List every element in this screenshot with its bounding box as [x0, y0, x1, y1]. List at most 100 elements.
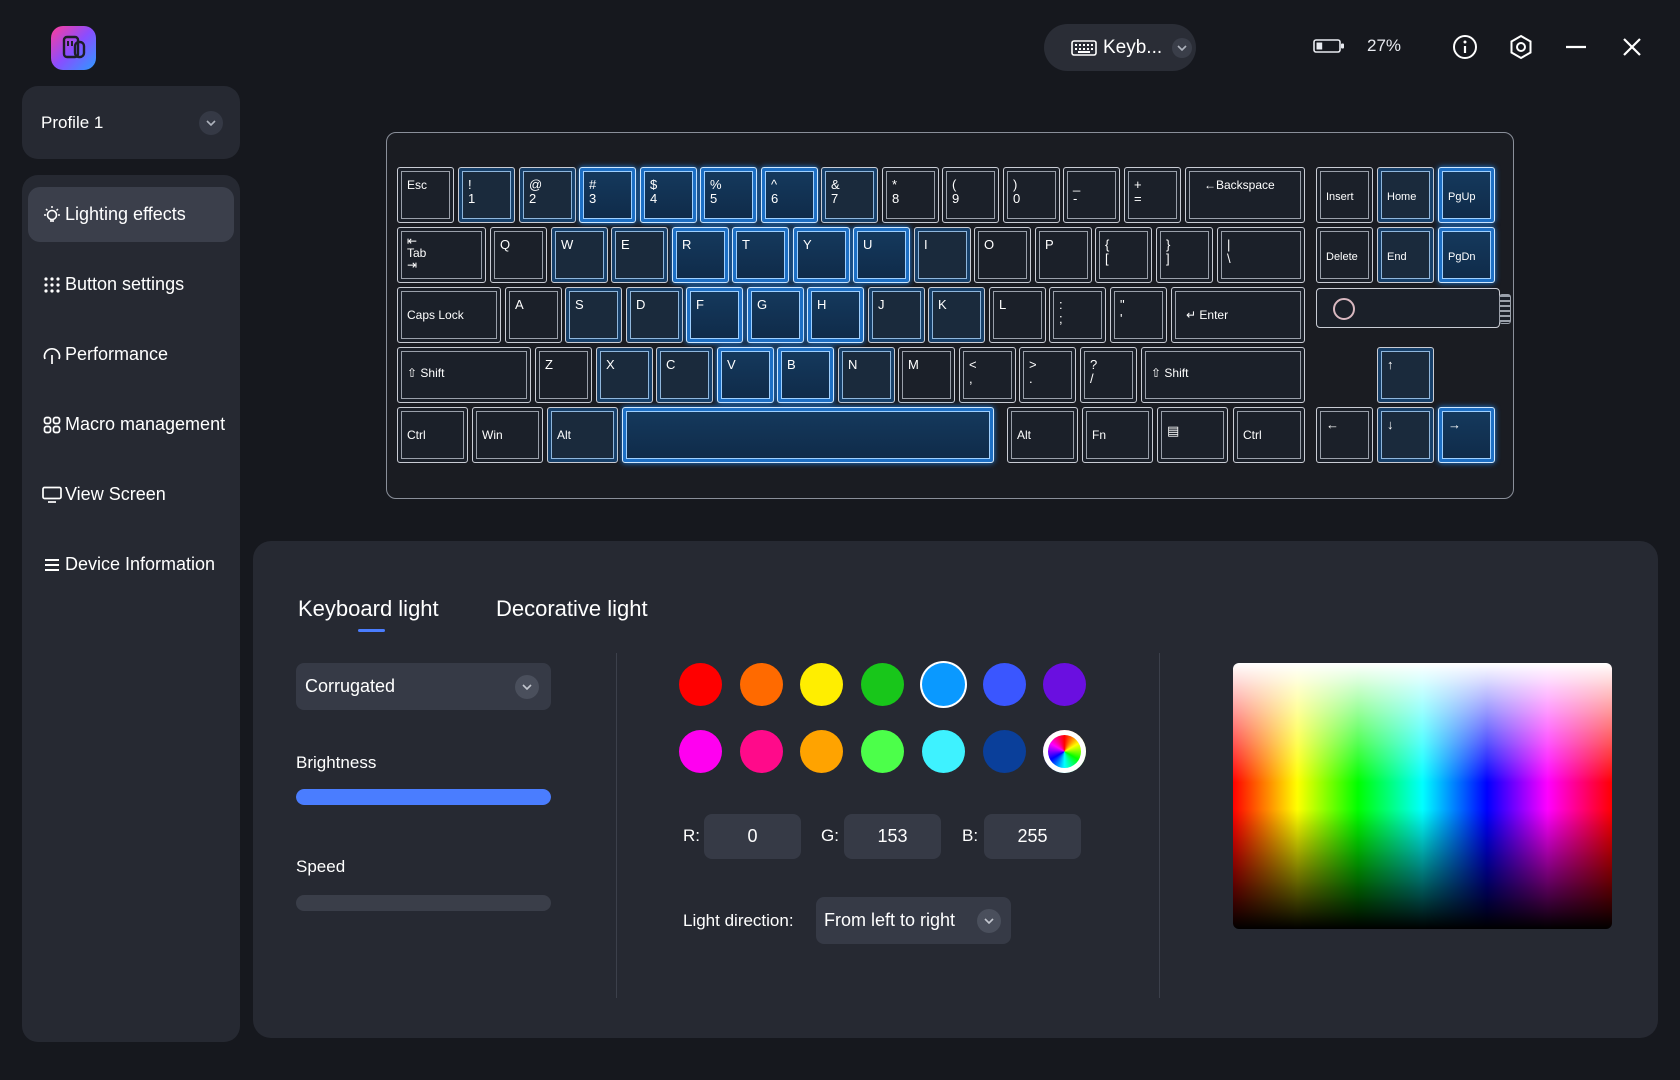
- key-8[interactable]: * 8: [882, 167, 939, 223]
- close-icon[interactable]: [1618, 33, 1646, 61]
- color-swatch[interactable]: [800, 663, 844, 706]
- sidebar-item-device-information[interactable]: Device Information: [28, 537, 234, 592]
- key-n[interactable]: N: [838, 347, 895, 403]
- key-right-ctrl[interactable]: Ctrl: [1233, 407, 1305, 463]
- key-f[interactable]: F: [686, 287, 743, 343]
- b-input[interactable]: [984, 814, 1081, 859]
- key-w[interactable]: W: [551, 227, 608, 283]
- key-p[interactable]: P: [1035, 227, 1092, 283]
- key-arrow-right[interactable]: →: [1438, 407, 1495, 463]
- key-right-alt[interactable]: Alt: [1007, 407, 1078, 463]
- key-pgdn[interactable]: PgDn: [1438, 227, 1495, 283]
- key-5[interactable]: % 5: [700, 167, 757, 223]
- key-minus[interactable]: _ -: [1063, 167, 1120, 223]
- sidebar-item-performance[interactable]: Performance: [28, 327, 234, 382]
- profile-select[interactable]: Profile 1: [22, 86, 240, 159]
- color-swatch[interactable]: [800, 730, 844, 773]
- key-arrow-left[interactable]: ←: [1316, 407, 1373, 463]
- sidebar-item-lighting-effects[interactable]: Lighting effects: [28, 187, 234, 242]
- color-swatch[interactable]: [739, 663, 783, 706]
- color-swatch[interactable]: [921, 663, 965, 706]
- key-left-shift[interactable]: ⇧ Shift: [397, 347, 531, 403]
- key-2[interactable]: @ 2: [519, 167, 576, 223]
- key-g[interactable]: G: [747, 287, 804, 343]
- key-quote[interactable]: " ': [1110, 287, 1167, 343]
- tab-keyboard-light[interactable]: Keyboard light: [298, 596, 439, 622]
- sidebar-item-macro-management[interactable]: Macro management: [28, 397, 234, 452]
- key-esc[interactable]: Esc: [397, 167, 454, 223]
- color-swatch[interactable]: [861, 730, 905, 773]
- key-home[interactable]: Home: [1377, 167, 1434, 223]
- key-3[interactable]: # 3: [579, 167, 636, 223]
- key-left-alt[interactable]: Alt: [547, 407, 618, 463]
- key-comma[interactable]: < ,: [959, 347, 1016, 403]
- key-h[interactable]: H: [807, 287, 864, 343]
- key-c[interactable]: C: [656, 347, 713, 403]
- key-pgup[interactable]: PgUp: [1438, 167, 1495, 223]
- key-a[interactable]: A: [505, 287, 562, 343]
- key-1[interactable]: ! 1: [458, 167, 515, 223]
- key-semicolon[interactable]: : ;: [1049, 287, 1106, 343]
- key-i[interactable]: I: [914, 227, 971, 283]
- key-backslash[interactable]: | \: [1217, 227, 1305, 283]
- key-delete[interactable]: Delete: [1316, 227, 1373, 283]
- key-t[interactable]: T: [732, 227, 789, 283]
- device-select[interactable]: Keyb...: [1044, 24, 1196, 71]
- color-swatch[interactable]: [679, 730, 722, 773]
- key-m[interactable]: M: [898, 347, 955, 403]
- color-swatch[interactable]: [982, 730, 1026, 773]
- key-j[interactable]: J: [868, 287, 925, 343]
- knob-wheel[interactable]: [1499, 294, 1511, 324]
- key-l[interactable]: L: [989, 287, 1046, 343]
- r-input[interactable]: [704, 814, 801, 859]
- key-win[interactable]: Win: [472, 407, 543, 463]
- key-arrow-down[interactable]: ↓: [1377, 407, 1434, 463]
- color-swatch[interactable]: [861, 663, 905, 706]
- key-enter[interactable]: ↵ Enter: [1171, 287, 1305, 343]
- tab-decorative-light[interactable]: Decorative light: [496, 596, 648, 622]
- speed-slider[interactable]: [296, 895, 551, 911]
- key-menu[interactable]: ▤: [1157, 407, 1228, 463]
- key-e[interactable]: E: [611, 227, 668, 283]
- brightness-slider[interactable]: [296, 789, 551, 805]
- key-z[interactable]: Z: [535, 347, 592, 403]
- key-fn[interactable]: Fn: [1082, 407, 1153, 463]
- key-9[interactable]: ( 9: [942, 167, 999, 223]
- settings-icon[interactable]: [1507, 33, 1535, 61]
- key-7[interactable]: & 7: [821, 167, 878, 223]
- key-v[interactable]: V: [717, 347, 774, 403]
- key-period[interactable]: > .: [1019, 347, 1076, 403]
- key-s[interactable]: S: [565, 287, 622, 343]
- key-d[interactable]: D: [626, 287, 683, 343]
- minimize-icon[interactable]: [1562, 33, 1590, 61]
- key-caps-lock[interactable]: Caps Lock: [397, 287, 501, 343]
- key-right-bracket[interactable]: } ]: [1156, 227, 1213, 283]
- color-swatch[interactable]: [739, 730, 783, 773]
- color-swatch[interactable]: [982, 663, 1026, 706]
- key-right-shift[interactable]: ⇧ Shift: [1141, 347, 1305, 403]
- key-b[interactable]: B: [777, 347, 834, 403]
- key-x[interactable]: X: [596, 347, 653, 403]
- info-icon[interactable]: [1451, 33, 1479, 61]
- sidebar-item-button-settings[interactable]: Button settings: [28, 257, 234, 312]
- key-left-bracket[interactable]: { [: [1095, 227, 1152, 283]
- key-space[interactable]: [622, 407, 994, 463]
- color-swatch[interactable]: [679, 663, 722, 706]
- key-k[interactable]: K: [928, 287, 985, 343]
- key-tab[interactable]: ⇤ Tab ⇥: [397, 227, 486, 283]
- key-q[interactable]: Q: [490, 227, 547, 283]
- key-y[interactable]: Y: [793, 227, 850, 283]
- key-backspace[interactable]: ←Backspace: [1185, 167, 1305, 223]
- color-swatch[interactable]: [1043, 663, 1087, 706]
- key-r[interactable]: R: [672, 227, 729, 283]
- key-6[interactable]: ^ 6: [761, 167, 818, 223]
- custom-color-swatch[interactable]: [1043, 730, 1087, 773]
- key-4[interactable]: $ 4: [640, 167, 697, 223]
- key-left-ctrl[interactable]: Ctrl: [397, 407, 468, 463]
- light-direction-select[interactable]: From left to right: [816, 897, 1011, 944]
- key-end[interactable]: End: [1377, 227, 1434, 283]
- g-input[interactable]: [844, 814, 941, 859]
- key-o[interactable]: O: [974, 227, 1031, 283]
- sidebar-item-view-screen[interactable]: View Screen: [28, 467, 234, 522]
- color-picker[interactable]: [1233, 663, 1612, 929]
